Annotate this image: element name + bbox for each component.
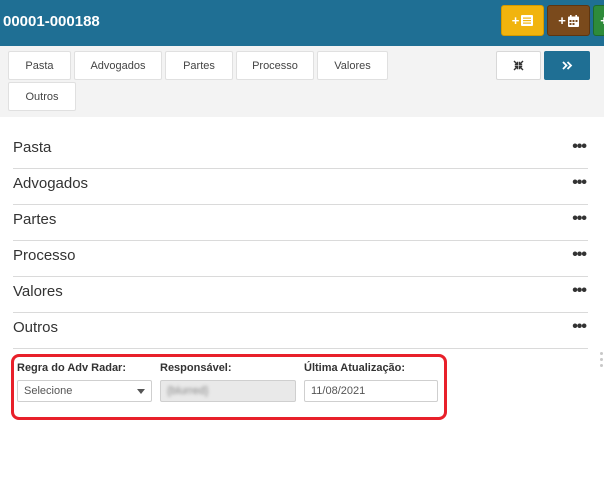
tab-processo[interactable]: Processo (236, 51, 314, 80)
tabs-area: Pasta Advogados Partes Processo Valores … (0, 46, 604, 117)
section-outros[interactable]: Outros ••• (13, 313, 588, 349)
section-processo[interactable]: Processo ••• (13, 241, 588, 277)
header-bar: 00001-000188 + + + (0, 0, 604, 46)
section-label: Processo (13, 247, 76, 264)
calendar-icon (567, 14, 579, 27)
tab-pasta[interactable]: Pasta (8, 51, 71, 80)
section-valores[interactable]: Valores ••• (13, 277, 588, 313)
regra-select[interactable]: Selecione (17, 380, 152, 402)
list-icon (521, 15, 534, 26)
more-icon[interactable]: ••• (572, 246, 587, 264)
record-title: 00001-000188 (3, 13, 100, 30)
section-label: Outros (13, 319, 59, 336)
add-button[interactable]: + (593, 5, 604, 36)
tab-valores[interactable]: Valores (317, 51, 388, 80)
add-calendar-button[interactable]: + (547, 5, 590, 36)
add-calendar-label: + (558, 13, 566, 28)
tab-advogados[interactable]: Advogados (74, 51, 162, 80)
ultima-field: 11/08/2021 (304, 380, 438, 402)
chevron-down-icon (137, 389, 145, 394)
regra-select-value: Selecione (24, 385, 73, 397)
section-label: Pasta (13, 139, 52, 156)
next-button[interactable] (544, 51, 590, 80)
more-icon[interactable]: ••• (572, 210, 587, 228)
ultima-label: Última Atualização: (304, 362, 406, 374)
add-icon: + (600, 13, 604, 28)
section-partes[interactable]: Partes ••• (13, 205, 588, 241)
more-icon[interactable]: ••• (572, 174, 587, 192)
section-advogados[interactable]: Advogados ••• (13, 169, 588, 205)
add-list-button[interactable]: + (501, 5, 544, 36)
responsavel-field: {blurred} (160, 380, 296, 402)
double-chevron-right-icon (561, 61, 572, 70)
section-pasta[interactable]: Pasta ••• (13, 133, 588, 169)
collapse-button[interactable] (496, 51, 541, 80)
tab-outros[interactable]: Outros (8, 82, 76, 111)
section-label: Valores (13, 283, 63, 300)
ultima-value: 11/08/2021 (311, 385, 366, 397)
more-icon[interactable]: ••• (572, 138, 587, 156)
add-list-label: + (511, 13, 520, 28)
regra-label: Regra do Adv Radar: (17, 362, 127, 374)
more-icon[interactable]: ••• (572, 282, 587, 300)
resize-handle[interactable] (600, 352, 604, 372)
collapse-icon (513, 60, 524, 71)
section-label: Partes (13, 211, 57, 228)
tab-partes[interactable]: Partes (165, 51, 233, 80)
responsavel-value: {blurred} (167, 385, 209, 397)
more-icon[interactable]: ••• (572, 318, 587, 336)
responsavel-label: Responsável: (160, 362, 232, 374)
section-label: Advogados (13, 175, 89, 192)
